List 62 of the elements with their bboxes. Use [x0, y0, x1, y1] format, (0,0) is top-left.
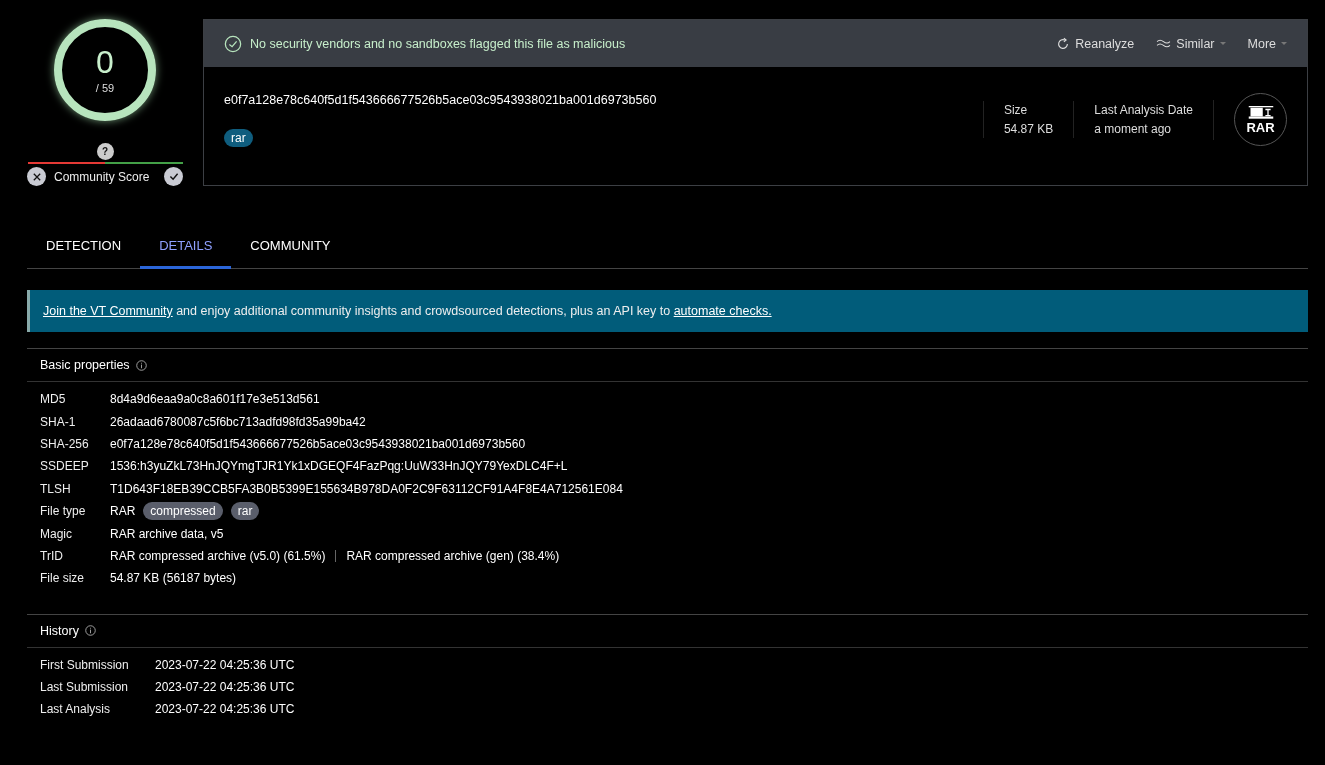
history-value: 2023-07-22 04:25:36 UTC	[155, 702, 295, 717]
type-tag[interactable]: rar	[230, 502, 260, 521]
caret-icon	[1281, 42, 1287, 45]
section-title: Basic properties	[40, 358, 130, 372]
property-label: TLSH	[40, 481, 72, 496]
verdict-message: No security vendors and no sandboxes flagged this file as malicious	[250, 36, 626, 51]
similar-button[interactable]: Similar	[1156, 36, 1226, 51]
history-value: 2023-07-22 04:25:36 UTC	[155, 657, 295, 672]
stat-value: a moment ago	[1094, 122, 1172, 136]
property-label: Magic	[40, 526, 73, 541]
history-label: Last Analysis	[40, 702, 112, 717]
tab[interactable]: DETAILS	[140, 226, 232, 269]
tab[interactable]: DETECTION	[27, 226, 141, 269]
check-icon	[168, 172, 179, 181]
history-value: 2023-07-22 04:25:36 UTC	[155, 680, 295, 695]
type-tag[interactable]: compressed	[143, 502, 223, 521]
property-label: SSDEEP	[40, 459, 90, 474]
banner-text: Join the VT Community and enjoy additional community insights and crowdsourced detections, plus an API key to automate checks.	[43, 304, 773, 318]
score-marker: ?	[96, 143, 114, 160]
wave-lines-icon	[1156, 38, 1172, 49]
community-score-label: Community Score	[54, 169, 151, 184]
check-circle-icon	[224, 34, 242, 53]
property-value: RAR	[110, 504, 136, 519]
caret-icon	[1219, 42, 1226, 45]
property-label: File type	[40, 504, 87, 519]
history-label: First Submission	[40, 657, 130, 672]
property-value: 54.87 KB (56187 bytes)	[110, 571, 237, 586]
stat-value: 54.87 KB	[1003, 122, 1054, 136]
file-type-label: RAR	[1246, 120, 1275, 134]
more-button[interactable]: More	[1247, 36, 1287, 51]
close-icon	[32, 172, 41, 181]
property-label: SHA-256	[40, 436, 90, 451]
stat-label: Size	[1003, 103, 1029, 117]
property-value: RAR compressed archive (gen) (38.4%)	[346, 548, 560, 563]
automate-checks-link[interactable]: automate checks.	[673, 304, 772, 318]
archive-icon	[1246, 105, 1275, 120]
downvote-button[interactable]	[27, 167, 46, 186]
property-label: SHA-1	[40, 414, 77, 429]
property-label: TrID	[40, 548, 64, 563]
reanalyze-button[interactable]: Reanalyze	[1056, 36, 1135, 51]
upvote-button[interactable]	[164, 167, 183, 186]
refresh-icon	[1056, 36, 1071, 51]
history-label: Last Submission	[40, 680, 130, 695]
section-title: History	[40, 623, 79, 638]
engine-total: / 59	[95, 82, 115, 94]
stat-label: Last Analysis Date	[1094, 103, 1193, 117]
property-value: RAR compressed archive (v5.0) (61.5%)	[110, 548, 326, 563]
property-value: 1536:h3yuZkL73HnJQYmgTJR1Yk1xDGEQF4FazPqg:UuW33HnJQY79YexDLC4F+L	[110, 459, 568, 474]
property-value: T1D643F18EB39CCB5FA3B0B5399E155634B978DA0F2C9F63112CF91A4F8E4A712561E084	[110, 481, 623, 496]
property-value: 26adaad6780087c5f6bc713adfd98fd35a99ba42	[110, 414, 366, 429]
property-value: e0f7a128e78c640f5d1f543666677526b5ace03c9543938021ba001d6973b560	[110, 436, 526, 451]
info-icon	[84, 625, 96, 636]
property-value: RAR archive data, v5	[110, 526, 224, 541]
file-tag[interactable]: rar	[224, 128, 253, 147]
tab[interactable]: COMMUNITY	[231, 226, 350, 269]
property-value: 8d4a9d6eaa9a0c8a601f17e3e513d561	[110, 392, 320, 407]
detection-count: 0	[96, 46, 114, 78]
info-icon	[135, 359, 147, 371]
property-label: File size	[40, 571, 85, 586]
file-hash: e0f7a128e78c640f5d1f543666677526b5ace03c9543938021ba001d6973b560	[224, 92, 658, 107]
property-label: MD5	[40, 392, 67, 407]
join-community-link[interactable]: Join the VT Community	[43, 304, 173, 318]
